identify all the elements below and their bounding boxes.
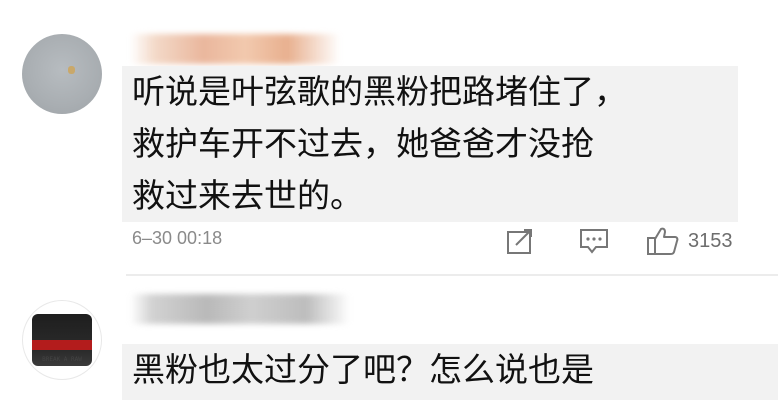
share-icon <box>507 229 532 254</box>
comment-text-line: 救护车开不过去，她爸爸才没抢 <box>132 124 594 163</box>
comment-timestamp: 6–30 00:18 <box>132 228 223 248</box>
comment-item: 听说是叶弦歌的黑粉把路堵住了， 救护车开不过去，她爸爸才没抢 救过来去世的。 6… <box>0 0 778 274</box>
reply-button[interactable] <box>578 226 610 256</box>
comment-text: 黑粉也太过分了吧？怎么说也是 <box>122 344 778 400</box>
share-button[interactable] <box>506 226 536 256</box>
comment-icon <box>580 229 608 254</box>
comment-text-line: 黑粉也太过分了吧？怎么说也是 <box>132 350 594 389</box>
thumbs-up-icon <box>647 227 679 255</box>
avatar[interactable] <box>22 34 102 114</box>
avatar-caption: BREAK A RAW <box>42 356 82 363</box>
avatar[interactable]: BREAK A RAW <box>22 300 102 380</box>
comment-text: 听说是叶弦歌的黑粉把路堵住了， 救护车开不过去，她爸爸才没抢 救过来去世的。 <box>122 66 738 222</box>
username-blurred[interactable] <box>130 34 340 64</box>
comment-text-line: 救过来去世的。 <box>132 176 363 215</box>
like-button[interactable]: 3153 <box>646 226 733 256</box>
username-blurred[interactable] <box>130 294 350 324</box>
comment-text-line: 听说是叶弦歌的黑粉把路堵住了， <box>132 72 627 111</box>
avatar-band <box>32 340 92 350</box>
avatar-detail <box>68 66 75 74</box>
like-count: 3153 <box>688 229 733 252</box>
